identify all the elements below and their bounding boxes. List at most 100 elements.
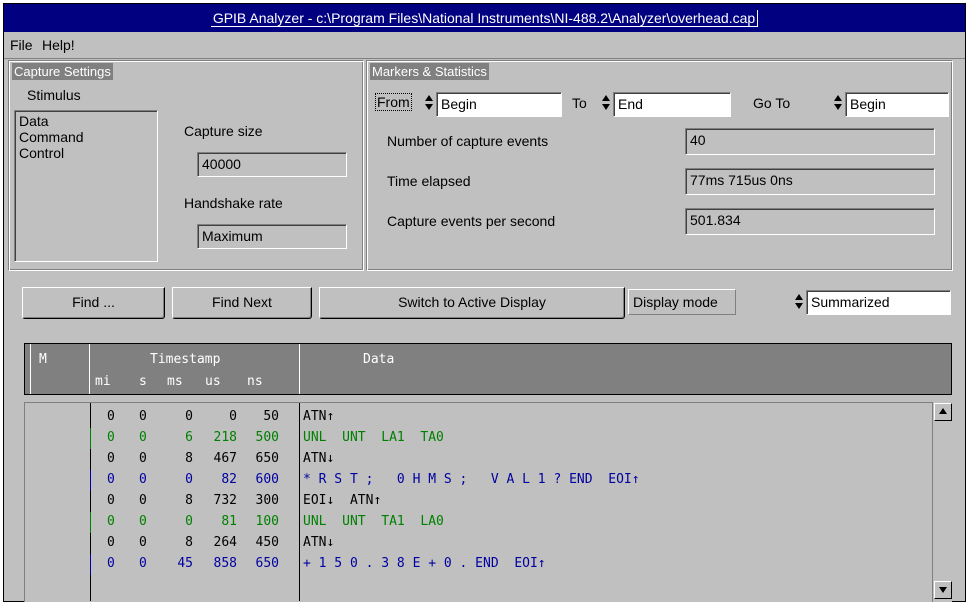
table-row[interactable]: 0 0 6 218 500 UNL UNT LA1 TA0 (25, 428, 931, 449)
switch-active-display-button[interactable]: Switch to Active Display (319, 287, 625, 319)
cell-s: 0 (139, 409, 147, 424)
cell-ms: 6 (185, 430, 193, 445)
menu-help[interactable]: Help! (42, 37, 75, 53)
from-label: From (375, 93, 412, 111)
cell-ms: 0 (185, 514, 193, 529)
stimulus-label: Stimulus (27, 87, 81, 103)
capture-size-label: Capture size (184, 123, 263, 139)
cell-ms: 45 (177, 556, 193, 571)
menu-help-label: Help! (42, 37, 75, 53)
table-row[interactable]: 0 0 45 858 650 + 1 5 0 . 3 8 E + 0 . END… (25, 554, 931, 575)
cell-us: 467 (213, 451, 237, 466)
goto-field[interactable]: Begin (845, 92, 949, 117)
cell-s: 0 (139, 430, 147, 445)
header-divider (299, 344, 300, 394)
cell-data: EOI↓ ATN↑ (303, 493, 382, 508)
display-mode-spinner-icon[interactable] (793, 291, 805, 313)
capture-settings-title: Capture Settings (12, 63, 113, 80)
handshake-rate-field[interactable]: Maximum (197, 224, 347, 249)
cell-us: 218 (213, 430, 237, 445)
table-row[interactable]: 0 0 8 732 300 EOI↓ ATN↑ (25, 491, 931, 512)
cell-mi: 0 (107, 430, 115, 445)
handshake-rate-label: Handshake rate (184, 195, 283, 211)
capture-size-field[interactable]: 40000 (197, 152, 347, 177)
capture-listing[interactable]: 0 0 0 0 50 ATN↑ 0 0 6 218 50 0 UNL UNT LA… (24, 402, 932, 602)
table-row[interactable]: 0 0 0 81 100 UNL UNT TA1 LA0 (25, 512, 931, 533)
cell-s: 0 (139, 514, 147, 529)
cell-data: UNL UNT TA1 LA0 (303, 514, 444, 529)
menu-bar: File Help! (4, 32, 965, 59)
cell-mi: 0 (107, 535, 115, 550)
header-timestamp: Timestamp (150, 352, 221, 367)
cell-us: 81 (221, 514, 237, 529)
cell-data: + 1 5 0 . 3 8 E + 0 . END EOI↑ (303, 556, 546, 571)
table-row[interactable]: 0 0 0 0 50 ATN↑ (25, 407, 931, 428)
stimulus-list[interactable]: Data Command Control (14, 110, 158, 262)
events-per-sec-field: 501.834 (685, 208, 935, 235)
row-marker-line (90, 428, 91, 449)
capture-settings-group: Capture Settings Stimulus Data Command C… (8, 60, 364, 271)
analyzer-window: GPIB Analyzer - c:\Program Files\Nationa… (3, 3, 966, 602)
stimulus-item-control[interactable]: Control (19, 145, 153, 161)
time-elapsed-label: Time elapsed (387, 173, 471, 189)
display-mode-field[interactable]: Summarized (806, 290, 951, 315)
header-mi: mi (95, 374, 111, 389)
from-field[interactable]: Begin (436, 92, 562, 117)
to-spinner-icon[interactable] (600, 92, 612, 114)
header-ns: ns (247, 374, 263, 389)
cell-ns: 450 (255, 535, 279, 550)
cell-us: 858 (213, 556, 237, 571)
markers-statistics-group: Markers & Statistics From Begin To End G… (366, 60, 953, 271)
title-bar: GPIB Analyzer - c:\Program Files\Nationa… (4, 4, 965, 32)
listing-scrollbar[interactable] (932, 402, 952, 602)
table-row[interactable]: 0 0 8 264 450 ATN↓ (25, 533, 931, 554)
stimulus-item-command[interactable]: Command (19, 129, 153, 145)
to-field[interactable]: End (613, 92, 731, 117)
header-s: s (139, 374, 147, 389)
menu-file[interactable]: File (10, 37, 33, 53)
cell-mi: 0 (107, 451, 115, 466)
cell-mi: 0 (107, 409, 115, 424)
cell-ms: 8 (185, 535, 193, 550)
scroll-down-arrow-icon[interactable] (934, 581, 952, 599)
cell-us: 732 (213, 493, 237, 508)
from-spinner-icon[interactable] (423, 92, 435, 114)
events-per-sec-label: Capture events per second (387, 213, 556, 229)
cell-data: ATN↑ (303, 409, 335, 424)
table-row[interactable]: 0 0 0 82 600 * R S T ; 0 H M S ; V A L 1… (25, 470, 931, 491)
header-divider (89, 344, 90, 394)
cell-mi: 0 (107, 556, 115, 571)
cell-us: 264 (213, 535, 237, 550)
cell-s: 0 (139, 535, 147, 550)
menu-file-label: File (10, 37, 33, 53)
row-marker-line (90, 470, 91, 491)
cell-ms: 0 (185, 472, 193, 487)
cell-us: 82 (221, 472, 237, 487)
markers-statistics-title: Markers & Statistics (370, 63, 489, 80)
time-elapsed-field: 77ms 715us 0ns (685, 168, 935, 195)
scroll-up-arrow-icon[interactable] (934, 403, 952, 421)
cell-data: UNL UNT LA1 TA0 (303, 430, 444, 445)
display-mode-label: Display mode (628, 289, 736, 315)
goto-spinner-icon[interactable] (832, 92, 844, 114)
num-events-field: 40 (685, 128, 935, 155)
cell-ms: 0 (185, 409, 193, 424)
table-row[interactable]: 0 0 8 467 650 ATN↓ (25, 449, 931, 470)
cell-s: 0 (139, 472, 147, 487)
cell-s: 0 (139, 451, 147, 466)
cell-ms: 8 (185, 451, 193, 466)
table-header: M Timestamp mi s ms us ns Data (24, 343, 952, 395)
find-next-button[interactable]: Find Next (172, 287, 312, 319)
cell-ns: 300 (255, 493, 279, 508)
cell-ns: 100 (255, 514, 279, 529)
num-events-label: Number of capture events (387, 133, 549, 149)
find-button[interactable]: Find ... (22, 287, 165, 319)
cell-ms: 8 (185, 493, 193, 508)
header-us: us (205, 374, 221, 389)
cell-s: 0 (139, 556, 147, 571)
cell-mi: 0 (107, 514, 115, 529)
cell-s: 0 (139, 493, 147, 508)
cell-ns: 50 (263, 409, 279, 424)
stimulus-item-data[interactable]: Data (19, 113, 153, 129)
cell-ns: 650 (255, 451, 279, 466)
